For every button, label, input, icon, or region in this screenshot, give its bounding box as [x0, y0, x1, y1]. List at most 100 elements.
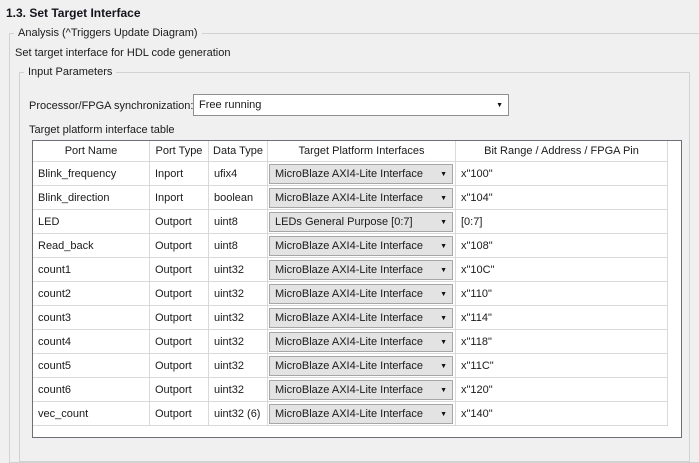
table-row: Read_back Outport uint8 MicroBlaze AXI4-… — [33, 234, 669, 258]
interface-dropdown-value: MicroBlaze AXI4-Lite Interface — [275, 168, 423, 180]
bit-range-cell[interactable]: x"108" — [456, 234, 668, 258]
port-name-text: Blink_direction — [38, 192, 110, 204]
data-type-cell: uint8 — [209, 210, 268, 234]
port-name-cell: count1 — [33, 258, 150, 282]
interface-dropdown[interactable]: MicroBlaze AXI4-Lite Interface ▼ — [269, 404, 453, 424]
interface-cell: MicroBlaze AXI4-Lite Interface ▼ — [268, 258, 456, 282]
port-name-text: Read_back — [38, 240, 94, 252]
bit-range-text: x"120" — [461, 384, 493, 396]
description-text: Set target interface for HDL code genera… — [15, 47, 230, 59]
data-type-text: ufix4 — [214, 168, 237, 180]
interface-dropdown[interactable]: LEDs General Purpose [0:7] ▼ — [269, 212, 453, 232]
interface-dropdown[interactable]: MicroBlaze AXI4-Lite Interface ▼ — [269, 284, 453, 304]
port-type-cell: Outport — [150, 330, 209, 354]
table-row: count6 Outport uint32 MicroBlaze AXI4-Li… — [33, 378, 669, 402]
dropdown-arrow-icon: ▼ — [436, 243, 447, 250]
bit-range-cell[interactable]: x"120" — [456, 378, 668, 402]
data-type-cell: uint32 (6) — [209, 402, 268, 426]
interface-dropdown[interactable]: MicroBlaze AXI4-Lite Interface ▼ — [269, 356, 453, 376]
bit-range-text: x"10C" — [461, 264, 495, 276]
column-header-data-type: Data Type — [209, 141, 268, 162]
port-name-text: LED — [38, 216, 59, 228]
bit-range-cell[interactable]: x"104" — [456, 186, 668, 210]
data-type-cell: uint32 — [209, 330, 268, 354]
port-type-text: Inport — [155, 192, 183, 204]
data-type-cell: boolean — [209, 186, 268, 210]
interface-cell: MicroBlaze AXI4-Lite Interface ▼ — [268, 306, 456, 330]
dropdown-arrow-icon: ▼ — [436, 363, 447, 370]
sync-dropdown[interactable]: Free running ▼ — [193, 94, 509, 116]
interface-dropdown[interactable]: MicroBlaze AXI4-Lite Interface ▼ — [269, 188, 453, 208]
input-parameters-label: Input Parameters — [24, 65, 116, 79]
port-name-cell: LED — [33, 210, 150, 234]
table-row: count3 Outport uint32 MicroBlaze AXI4-Li… — [33, 306, 669, 330]
bit-range-cell[interactable]: x"100" — [456, 162, 668, 186]
port-name-text: count6 — [38, 384, 71, 396]
data-type-text: uint32 — [214, 288, 244, 300]
port-type-cell: Inport — [150, 186, 209, 210]
interface-dropdown[interactable]: MicroBlaze AXI4-Lite Interface ▼ — [269, 332, 453, 352]
interface-dropdown[interactable]: MicroBlaze AXI4-Lite Interface ▼ — [269, 308, 453, 328]
port-name-text: count2 — [38, 288, 71, 300]
interface-dropdown[interactable]: MicroBlaze AXI4-Lite Interface ▼ — [269, 236, 453, 256]
port-type-text: Inport — [155, 168, 183, 180]
port-name-cell: count6 — [33, 378, 150, 402]
interface-dropdown[interactable]: MicroBlaze AXI4-Lite Interface ▼ — [269, 380, 453, 400]
dropdown-arrow-icon: ▼ — [436, 411, 447, 418]
bit-range-text: x"118" — [461, 336, 492, 348]
interface-dropdown-value: MicroBlaze AXI4-Lite Interface — [275, 240, 423, 252]
data-type-cell: uint32 — [209, 282, 268, 306]
port-type-text: Outport — [155, 408, 192, 420]
data-type-text: uint8 — [214, 240, 238, 252]
port-name-text: count3 — [38, 312, 71, 324]
port-type-text: Outport — [155, 312, 192, 324]
interface-dropdown-value: MicroBlaze AXI4-Lite Interface — [275, 192, 423, 204]
bit-range-cell[interactable]: x"10C" — [456, 258, 668, 282]
bit-range-cell[interactable]: x"118" — [456, 330, 668, 354]
port-type-cell: Outport — [150, 306, 209, 330]
interface-cell: MicroBlaze AXI4-Lite Interface ▼ — [268, 282, 456, 306]
table-row: Blink_direction Inport boolean MicroBlaz… — [33, 186, 669, 210]
port-type-cell: Outport — [150, 258, 209, 282]
bit-range-cell[interactable]: x"110" — [456, 282, 668, 306]
table-body: Blink_frequency Inport ufix4 MicroBlaze … — [33, 162, 681, 426]
bit-range-cell[interactable]: x"140" — [456, 402, 668, 426]
table-header-row: Port Name Port Type Data Type Target Pla… — [33, 141, 669, 162]
port-type-cell: Outport — [150, 402, 209, 426]
dropdown-arrow-icon: ▼ — [436, 195, 447, 202]
data-type-cell: uint32 — [209, 354, 268, 378]
port-name-text: count1 — [38, 264, 71, 276]
column-header-port-type: Port Type — [150, 141, 209, 162]
bit-range-text: [0:7] — [461, 216, 482, 228]
data-type-text: boolean — [214, 192, 253, 204]
port-type-cell: Outport — [150, 378, 209, 402]
bit-range-text: x"11C" — [461, 360, 494, 372]
bit-range-cell[interactable]: [0:7] — [456, 210, 668, 234]
interface-cell: MicroBlaze AXI4-Lite Interface ▼ — [268, 354, 456, 378]
target-platform-interface-table: Port Name Port Type Data Type Target Pla… — [32, 140, 682, 438]
dropdown-arrow-icon: ▼ — [436, 291, 447, 298]
interface-dropdown-value: MicroBlaze AXI4-Lite Interface — [275, 288, 423, 300]
data-type-cell: uint32 — [209, 258, 268, 282]
interface-cell: MicroBlaze AXI4-Lite Interface ▼ — [268, 186, 456, 210]
table-row: vec_count Outport uint32 (6) MicroBlaze … — [33, 402, 669, 426]
interface-dropdown-value: MicroBlaze AXI4-Lite Interface — [275, 264, 423, 276]
data-type-text: uint32 — [214, 312, 244, 324]
dropdown-arrow-icon: ▼ — [436, 171, 447, 178]
sync-dropdown-label: Processor/FPGA synchronization: — [29, 100, 193, 112]
data-type-text: uint32 — [214, 264, 244, 276]
interface-dropdown[interactable]: MicroBlaze AXI4-Lite Interface ▼ — [269, 164, 453, 184]
port-name-cell: count5 — [33, 354, 150, 378]
data-type-text: uint32 — [214, 336, 244, 348]
bit-range-cell[interactable]: x"114" — [456, 306, 668, 330]
port-name-cell: count3 — [33, 306, 150, 330]
interface-cell: MicroBlaze AXI4-Lite Interface ▼ — [268, 162, 456, 186]
interface-dropdown-value: MicroBlaze AXI4-Lite Interface — [275, 336, 423, 348]
port-name-cell: Blink_direction — [33, 186, 150, 210]
interface-dropdown[interactable]: MicroBlaze AXI4-Lite Interface ▼ — [269, 260, 453, 280]
table-row: count2 Outport uint32 MicroBlaze AXI4-Li… — [33, 282, 669, 306]
column-header-bit-range: Bit Range / Address / FPGA Pin — [456, 141, 668, 162]
data-type-cell: uint8 — [209, 234, 268, 258]
bit-range-cell[interactable]: x"11C" — [456, 354, 668, 378]
port-type-cell: Outport — [150, 210, 209, 234]
